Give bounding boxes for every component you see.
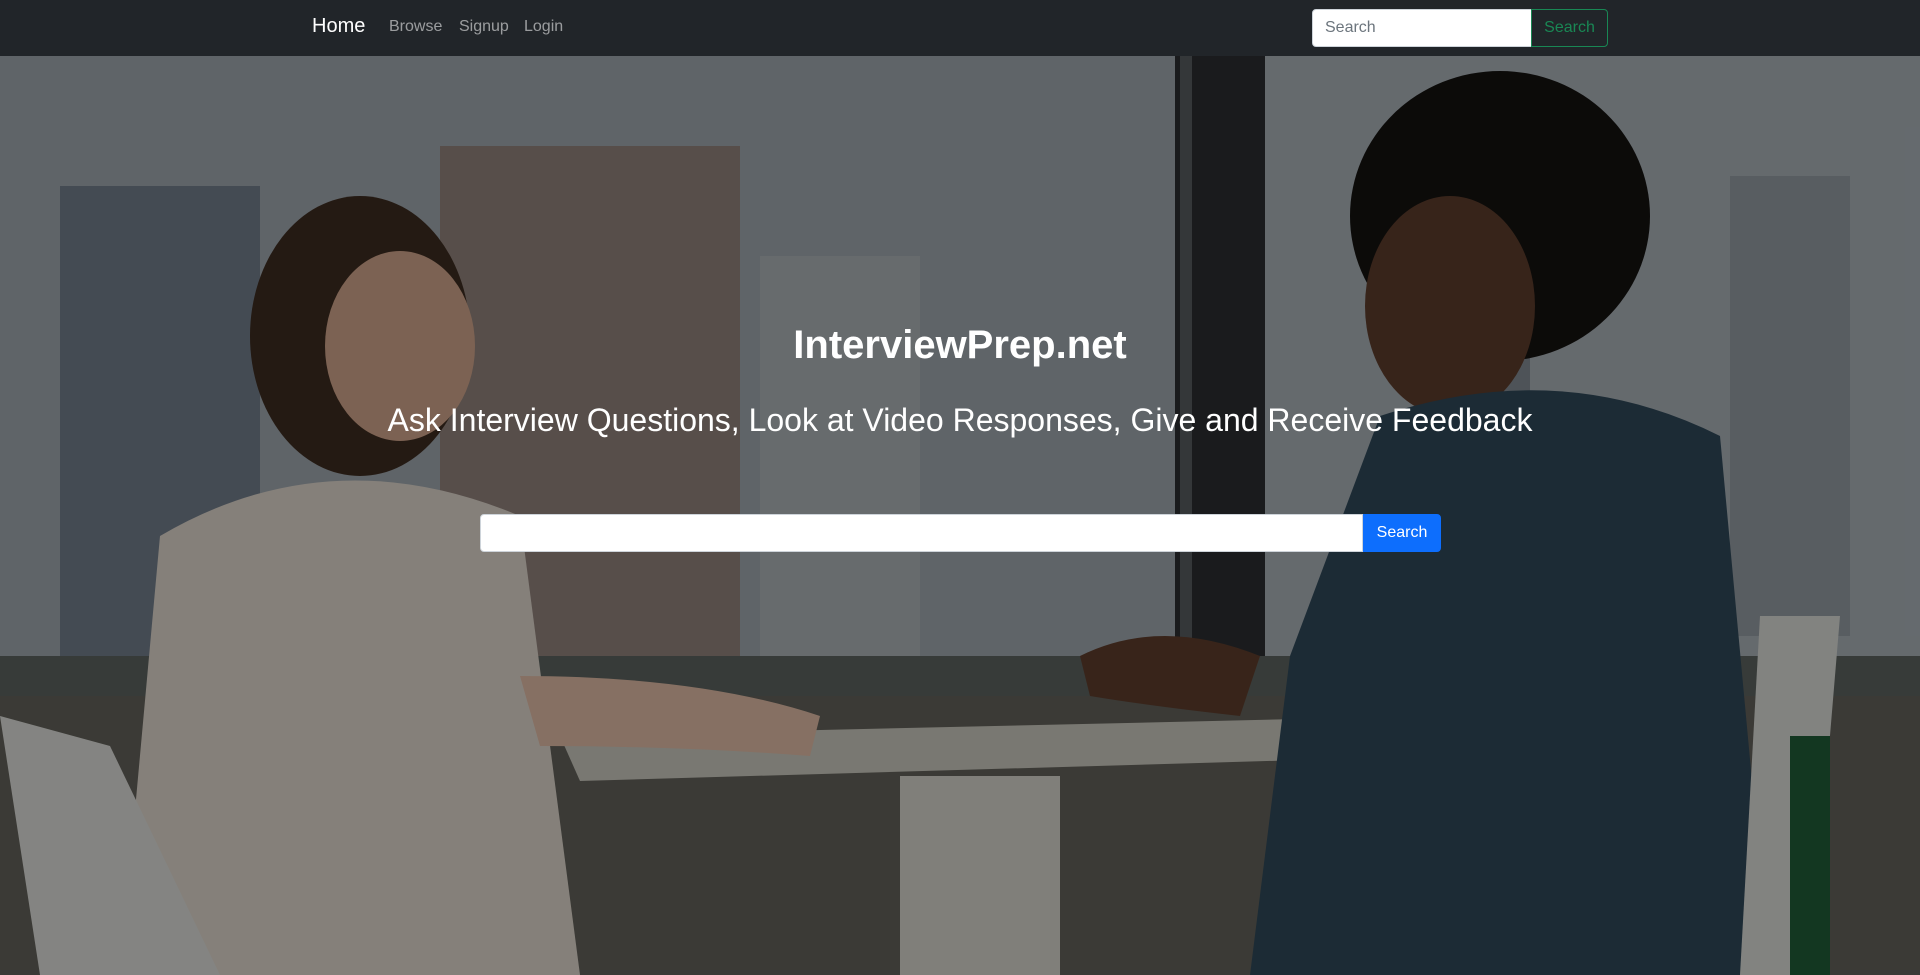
nav-link-signup[interactable]: Signup <box>459 18 509 36</box>
nav-link-browse[interactable]: Browse <box>389 18 442 36</box>
hero-title: InterviewPrep.net <box>793 323 1127 367</box>
hero-subtitle: Ask Interview Questions, Look at Video R… <box>387 402 1533 438</box>
navbar-search-button[interactable]: Search <box>1531 9 1608 47</box>
nav-brand-home[interactable]: Home <box>312 15 365 38</box>
navbar: Home Browse Signup Login Search <box>0 0 1920 56</box>
hero-search-button[interactable]: Search <box>1363 514 1441 552</box>
hero-search-input[interactable] <box>480 514 1363 552</box>
navbar-search-input[interactable] <box>1312 9 1532 47</box>
nav-link-login[interactable]: Login <box>524 18 563 36</box>
